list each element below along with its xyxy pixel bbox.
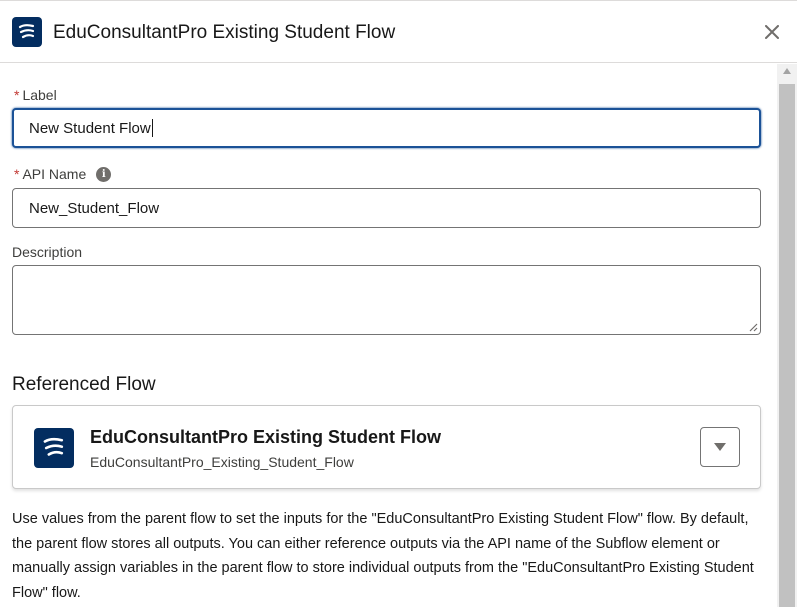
text-caret [151,119,153,137]
subflow-help-text: Use values from the parent flow to set t… [12,511,754,601]
scroll-up-button[interactable] [777,68,797,80]
close-button[interactable] [763,23,781,41]
description-field-label: Description [12,244,82,260]
api-name-input-value: New_Student_Flow [29,199,160,217]
api-name-field-text: API Name [22,166,87,182]
referenced-flow-title: EduConsultantPro Existing Student Flow [90,427,441,447]
required-indicator: * [14,166,20,182]
chevron-down-icon [714,443,726,451]
label-input-value: New Student Flow [29,119,151,137]
referenced-flow-api-name: EduConsultantPro_Existing_Student_Flow [90,454,354,470]
flow-icon [34,428,74,468]
resize-handle-icon[interactable] [748,322,758,332]
close-icon [765,25,779,39]
label-field-label: * Label [14,87,57,103]
scrollbar-thumb[interactable] [779,84,795,607]
scroll-up-icon [783,68,791,74]
description-textarea[interactable] [12,265,761,335]
api-name-input[interactable]: New_Student_Flow [12,188,761,228]
flow-icon [12,17,42,47]
modal-header: EduConsultantPro Existing Student Flow [0,0,797,63]
modal-title: EduConsultantPro Existing Student Flow [53,22,396,43]
label-field-text: Label [22,87,57,103]
api-name-field-label: * API Name i [14,166,112,182]
referenced-flow-dropdown-button[interactable] [700,427,740,467]
referenced-flow-heading: Referenced Flow [12,374,156,395]
vertical-scrollbar[interactable] [777,64,797,607]
referenced-flow-card: EduConsultantPro Existing Student Flow E… [12,405,761,489]
required-indicator: * [14,87,20,103]
modal-body: * Label New Student Flow * API Name i Ne… [0,64,797,607]
label-input[interactable]: New Student Flow [12,108,761,148]
info-icon[interactable]: i [96,166,112,182]
description-field-text: Description [12,244,83,260]
